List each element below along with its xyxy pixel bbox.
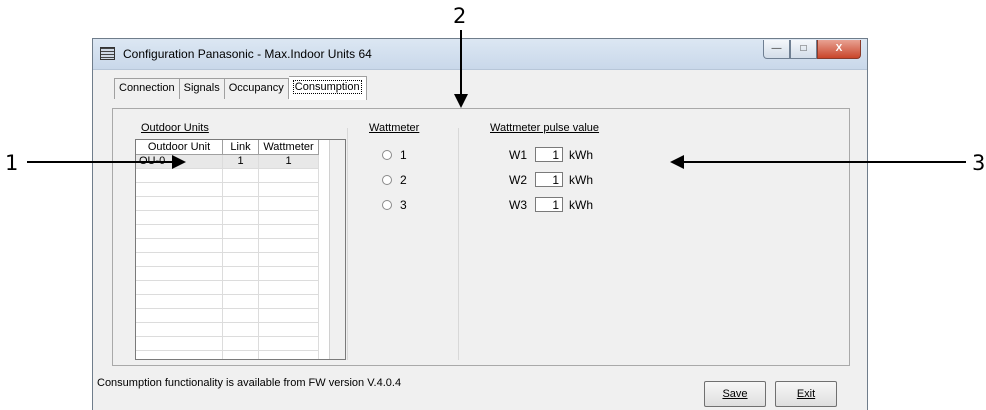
table-row-empty <box>136 295 319 309</box>
wattmeter-label: Wattmeter <box>369 122 420 134</box>
wattmeter-radio-label: 1 <box>400 148 407 162</box>
table-row-empty <box>136 169 319 183</box>
column-header-link[interactable]: Link <box>223 140 259 155</box>
app-icon <box>100 47 115 60</box>
column-header-wattmeter[interactable]: Wattmeter <box>259 140 319 155</box>
tab-connection[interactable]: Connection <box>114 78 180 99</box>
pulse-unit: kWh <box>569 172 593 187</box>
pulse-row-w2: W2 kWh <box>509 172 593 187</box>
cell-wattmeter: 1 <box>259 155 319 169</box>
status-text: Consumption functionality is available f… <box>97 377 402 389</box>
table-row-empty <box>136 197 319 211</box>
table-row-empty <box>136 267 319 281</box>
table-header: Outdoor Unit Link Wattmeter <box>136 140 319 156</box>
table-row-empty <box>136 309 319 323</box>
table-row-empty <box>136 225 319 239</box>
table-row-empty <box>136 183 319 197</box>
save-button-label: Save <box>722 388 748 400</box>
window-title: Configuration Panasonic - Max.Indoor Uni… <box>123 47 372 61</box>
pulse-input-w3[interactable] <box>535 197 563 212</box>
pulse-row-w1: W1 kWh <box>509 147 593 162</box>
pulse-unit: kWh <box>569 147 593 162</box>
minimize-button[interactable]: — <box>763 40 790 59</box>
table-row-empty <box>136 211 319 225</box>
outdoor-units-label: Outdoor Units <box>141 122 209 134</box>
title-bar[interactable]: Configuration Panasonic - Max.Indoor Uni… <box>93 39 867 70</box>
table-row-empty <box>136 281 319 295</box>
pulse-input-w2[interactable] <box>535 172 563 187</box>
wattmeter-radio-3[interactable]: 3 <box>382 198 407 212</box>
table-row-empty <box>136 337 319 351</box>
callout-1: 1 <box>5 151 19 175</box>
pulse-unit: kWh <box>569 197 593 212</box>
outdoor-units-table[interactable]: Outdoor Unit Link Wattmeter OU-0 1 1 <box>135 139 346 360</box>
pulse-row-w3: W3 kWh <box>509 197 593 212</box>
radio-button-icon <box>382 175 392 185</box>
callout-3: 3 <box>972 151 986 175</box>
table-row-empty <box>136 253 319 267</box>
table-scrollbar[interactable] <box>329 140 345 359</box>
tab-strip: Connection Signals Occupancy Consumption <box>114 76 367 100</box>
pulse-input-w1[interactable] <box>535 147 563 162</box>
cell-link: 1 <box>223 155 259 169</box>
radio-button-icon <box>382 150 392 160</box>
save-button[interactable]: Save <box>704 381 766 407</box>
maximize-button[interactable]: □ <box>790 40 817 59</box>
tab-consumption-label: Consumption <box>292 80 362 94</box>
pulse-name: W1 <box>509 147 527 162</box>
callout-2: 2 <box>453 4 467 28</box>
pulse-name: W2 <box>509 172 527 187</box>
table-row-empty <box>136 323 319 337</box>
tab-occupancy[interactable]: Occupancy <box>224 78 289 99</box>
wattmeter-radio-2[interactable]: 2 <box>382 173 407 187</box>
pulse-value-label: Wattmeter pulse value <box>490 122 600 134</box>
table-row-empty <box>136 239 319 253</box>
table-row-empty <box>136 351 319 359</box>
close-button[interactable]: X <box>817 40 861 59</box>
tab-signals[interactable]: Signals <box>179 78 225 99</box>
exit-button[interactable]: Exit <box>775 381 837 407</box>
separator-left <box>347 128 348 360</box>
pulse-name: W3 <box>509 197 527 212</box>
tab-consumption[interactable]: Consumption <box>288 76 367 100</box>
table-row[interactable]: OU-0 1 1 <box>136 155 319 169</box>
wattmeter-radio-label: 2 <box>400 173 407 187</box>
exit-button-label: Exit <box>796 388 816 400</box>
table-body: OU-0 1 1 <box>136 155 319 359</box>
wattmeter-radio-label: 3 <box>400 198 407 212</box>
separator-right <box>458 128 459 360</box>
radio-button-icon <box>382 200 392 210</box>
wattmeter-radio-1[interactable]: 1 <box>382 148 407 162</box>
cell-outdoor-unit: OU-0 <box>136 155 223 169</box>
column-header-outdoor-unit[interactable]: Outdoor Unit <box>136 140 223 155</box>
